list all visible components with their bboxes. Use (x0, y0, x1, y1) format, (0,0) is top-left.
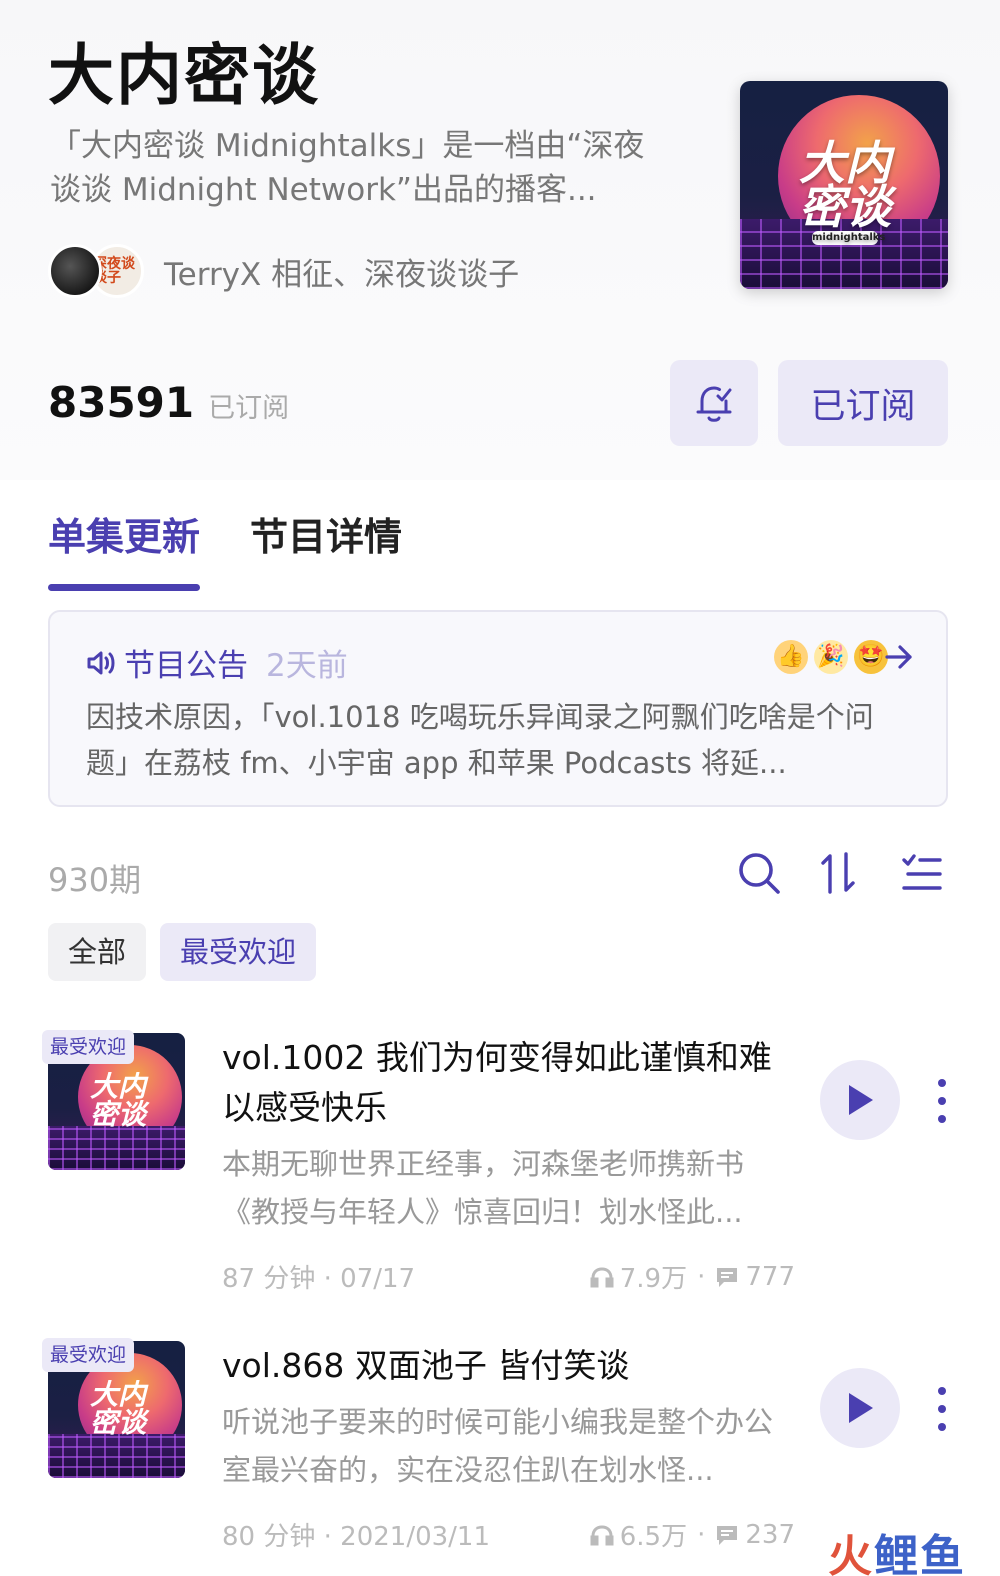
episode-description: 本期无聊世界正经事，河森堡老师携新书《教授与年轻人》惊喜回归！划水怪此... (222, 1147, 745, 1229)
episode-comments: 777 (745, 1261, 795, 1292)
play-button[interactable] (820, 1368, 900, 1448)
podcast-description[interactable]: 「大内密谈 Midnightalks」是一档由“深夜谈谈 Midnight Ne… (50, 124, 670, 212)
announcement-header: 节目公告 2天前 (86, 640, 348, 685)
podcast-header: 大内密谈 「大内密谈 Midnightalks」是一档由“深夜谈谈 Midnig… (0, 0, 1000, 480)
tab-details[interactable]: 节目详情 (250, 506, 402, 591)
more-options-button[interactable] (930, 1387, 954, 1431)
episode-plays: 6.5万 (619, 1522, 688, 1552)
announcement-body: 因技术原因，「vol.1018 吃喝玩乐异闻录之阿飘们吃啥是个问题」在荔枝 fm… (86, 700, 874, 780)
speaker-icon (87, 651, 115, 674)
headphones-icon (590, 1266, 614, 1287)
headphones-icon (590, 1524, 614, 1545)
notification-bell-button[interactable] (670, 360, 758, 446)
popular-badge: 最受欢迎 (42, 1030, 135, 1064)
hosts-row[interactable]: 深夜谈谈子 TerryX 相征、深夜谈谈子 (48, 243, 519, 299)
list-filter-icon[interactable] (900, 850, 946, 896)
episode-meta: 80 分钟 · 2021/03/11 (222, 1522, 491, 1552)
more-dot-icon (938, 1097, 946, 1105)
filter-popular[interactable]: 最受欢迎 (160, 923, 317, 981)
episode-description: 听说池子要来的时候可能小编我是整个办公室最兴奋的，实在没忍住趴在划水怪... (222, 1405, 774, 1487)
party-popper-emoji-icon: 🎉 (814, 640, 848, 674)
filter-chips: 全部 最受欢迎 (48, 923, 330, 981)
more-dot-icon (938, 1079, 946, 1087)
announcement-emojis: 👍 🎉 🤩 (768, 640, 888, 674)
tab-bar: 单集更新 节目详情 (48, 506, 452, 591)
play-icon (849, 1085, 873, 1115)
episode-stats: 6.5万 · 237 (590, 1516, 795, 1553)
episode-item[interactable]: 最受欢迎 大内密谈 vol.1002 我们为何变得如此谨慎和难以感受快乐 本期无… (0, 1025, 1000, 1295)
sort-icon[interactable] (818, 850, 864, 896)
episode-date: 2021/03/11 (340, 1522, 491, 1552)
cover-logo: 大内密谈 midnightalks (799, 136, 891, 245)
episode-duration: 80 分钟 (222, 1522, 316, 1552)
subscriber-count-label: 已订阅 (208, 393, 290, 424)
play-icon (849, 1393, 873, 1423)
episode-duration: 87 分钟 (222, 1264, 316, 1294)
search-icon[interactable] (736, 850, 782, 896)
thumbs-up-emoji-icon: 👍 (774, 640, 808, 674)
subscriber-count: 83591 已订阅 (48, 378, 289, 427)
episode-stats: 7.9万 · 777 (590, 1258, 795, 1295)
podcast-title: 大内密谈 (48, 37, 320, 114)
episode-title[interactable]: vol.1002 我们为何变得如此谨慎和难以感受快乐 (222, 1033, 802, 1133)
more-options-button[interactable] (930, 1079, 954, 1123)
episode-count: 930期 (48, 861, 142, 899)
host-avatar[interactable] (48, 244, 102, 298)
episode-meta: 87 分钟 · 07/17 (222, 1264, 416, 1294)
episode-date: 07/17 (340, 1264, 416, 1294)
filter-all[interactable]: 全部 (48, 923, 147, 981)
more-dot-icon (938, 1387, 946, 1395)
announcement-title: 节目公告 (124, 648, 248, 684)
subscriber-count-value: 83591 (48, 378, 195, 427)
star-eyes-emoji-icon: 🤩 (854, 640, 888, 674)
tab-episodes[interactable]: 单集更新 (48, 506, 201, 591)
hosts-names[interactable]: TerryX 相征、深夜谈谈子 (164, 249, 519, 294)
episode-plays: 7.9万 (619, 1264, 688, 1294)
comment-icon (717, 1267, 738, 1287)
play-button[interactable] (820, 1060, 900, 1140)
bell-check-icon (696, 386, 732, 422)
arrow-right-icon[interactable] (884, 644, 914, 670)
comment-icon (717, 1525, 738, 1545)
more-dot-icon (938, 1405, 946, 1413)
announcement-time: 2天前 (266, 648, 348, 684)
more-dot-icon (938, 1115, 946, 1123)
popular-badge: 最受欢迎 (42, 1338, 135, 1372)
more-dot-icon (938, 1423, 946, 1431)
watermark-logo: 火鲤鱼 (828, 1531, 966, 1576)
announcement-card[interactable]: 节目公告 2天前 👍 🎉 🤩 因技术原因，「vol.1018 吃喝玩乐异闻录之阿… (48, 610, 948, 807)
episode-title[interactable]: vol.868 双面池子 皆付笑谈 (222, 1341, 802, 1391)
podcast-cover: 大内密谈 midnightalks (740, 81, 948, 289)
subscribe-button[interactable]: 已订阅 (778, 360, 948, 446)
episode-comments: 237 (745, 1519, 795, 1550)
